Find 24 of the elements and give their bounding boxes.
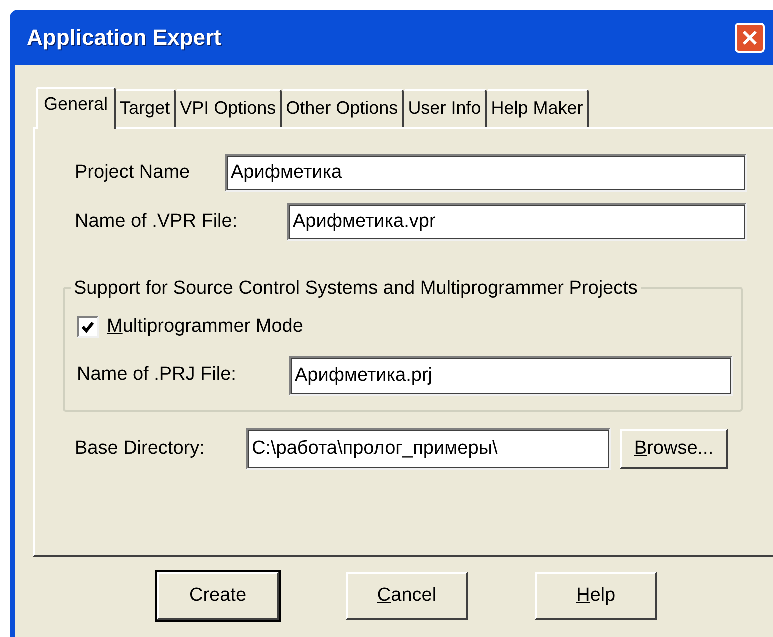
field-label: Base Directory: (75, 436, 206, 461)
field-label: Name of .PRJ File: (77, 363, 238, 388)
text-field[interactable]: Арифметика.vpr (287, 203, 747, 241)
tab[interactable]: User Info (404, 89, 488, 127)
field-label: Name of .VPR File: (75, 210, 239, 234)
window-title: Application Expert (27, 24, 222, 52)
tab[interactable]: General (36, 87, 116, 129)
dialog-button[interactable]: Cancel (346, 572, 468, 620)
tab[interactable]: VPI Options (176, 89, 282, 127)
field-label: Project Name (75, 160, 192, 185)
checkmark-icon (81, 320, 95, 334)
dialog-button[interactable]: Create (157, 572, 279, 620)
tab[interactable]: Other Options (282, 89, 404, 127)
text-field[interactable]: Арифметика (225, 154, 747, 192)
checkbox-label[interactable]: Multiprogrammer Mode (107, 313, 304, 342)
browse-button[interactable]: Browse... (620, 429, 728, 469)
checkbox[interactable] (77, 316, 99, 338)
text-field[interactable]: C:\работа\пролог_примеры\ (246, 428, 611, 470)
close-button[interactable] (735, 22, 765, 52)
tab[interactable]: Target (116, 89, 176, 127)
dialog-button[interactable]: Help (535, 572, 657, 620)
text-field[interactable]: Арифметика.prj (289, 356, 733, 396)
close-icon (741, 28, 759, 46)
tab[interactable]: Help Maker (487, 89, 590, 127)
